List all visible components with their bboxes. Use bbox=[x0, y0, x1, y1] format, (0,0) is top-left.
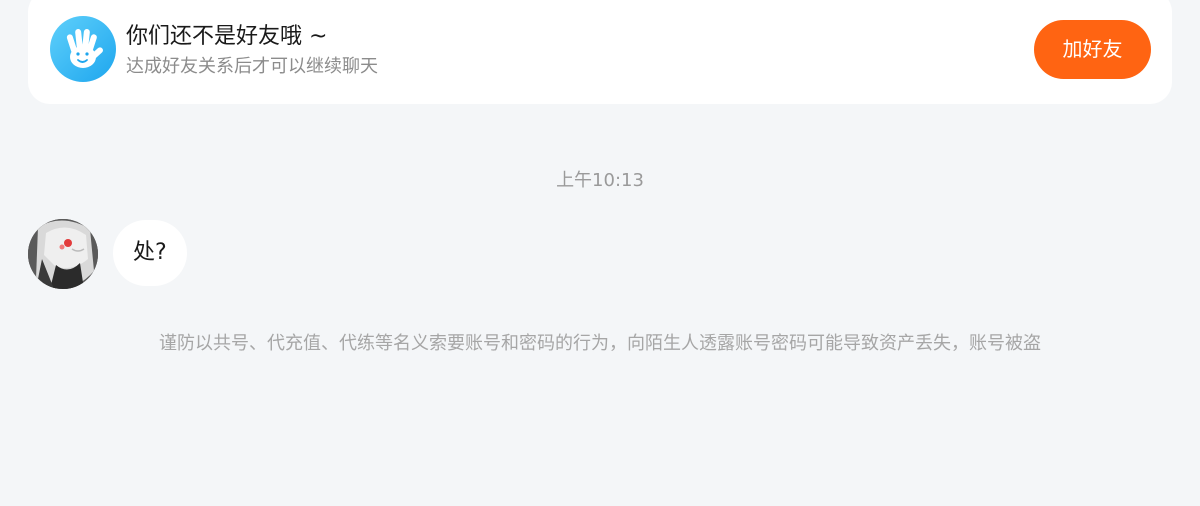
contact-avatar[interactable] bbox=[28, 219, 98, 289]
banner-title: 你们还不是好友哦 ~ bbox=[126, 24, 328, 49]
message-timestamp: 上午10:13 bbox=[556, 170, 644, 191]
banner-subtitle: 达成好友关系后才可以继续聊天 bbox=[126, 56, 378, 77]
waving-hand-icon bbox=[50, 16, 116, 82]
security-notice: 谨防以共号、代充值、代练等名义索要账号和密码的行为，向陌生人透露账号密码可能导致… bbox=[159, 333, 1041, 354]
add-friend-button[interactable]: 加好友 bbox=[1034, 20, 1151, 79]
friend-request-banner: 你们还不是好友哦 ~ 达成好友关系后才可以继续聊天 加好友 bbox=[28, 0, 1172, 104]
message-bubble[interactable]: 处? bbox=[113, 220, 187, 286]
